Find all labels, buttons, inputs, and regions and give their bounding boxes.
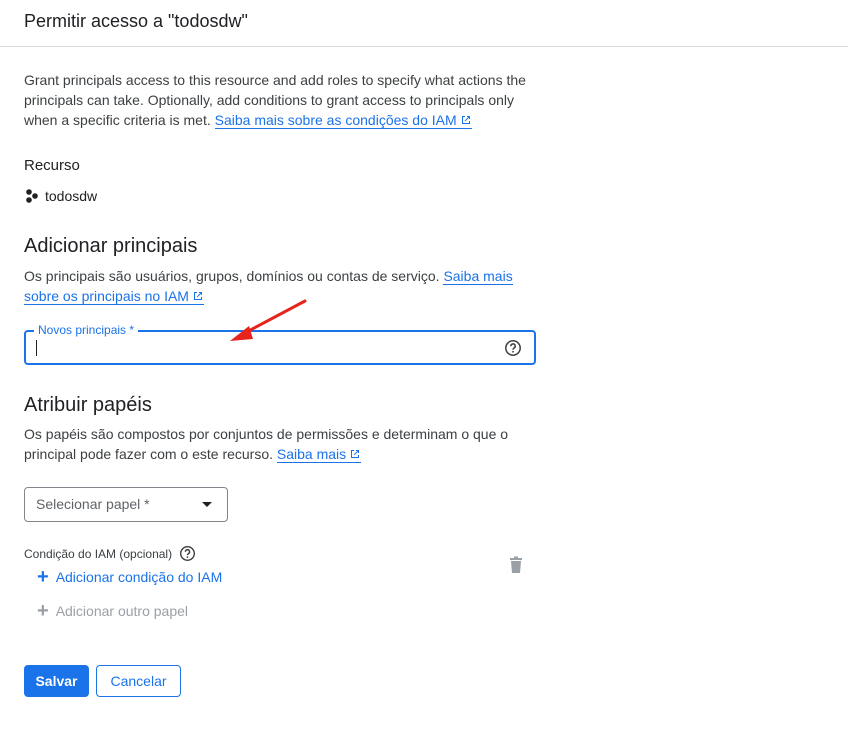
select-role-dropdown[interactable]: Selecionar papel * [24, 487, 228, 522]
dialog-header: Permitir acesso a "todosdw" [0, 0, 848, 47]
add-iam-condition-button[interactable]: + Adicionar condição do IAM [37, 566, 222, 588]
add-another-role-button[interactable]: + Adicionar outro papel [37, 600, 188, 622]
annotation-arrow-icon [230, 299, 307, 341]
iam-condition-label: Condição do IAM (opcional) [24, 545, 196, 562]
intro-paragraph: Grant principals access to this resource… [24, 70, 534, 130]
dropdown-arrow-icon [202, 502, 212, 507]
add-principals-heading: Adicionar principais [24, 235, 198, 257]
help-icon[interactable] [504, 339, 522, 357]
external-link-icon [461, 116, 470, 124]
cancel-button[interactable]: Cancelar [96, 665, 181, 697]
new-principals-label: Novos principais * [34, 323, 139, 337]
project-nodes-icon [26, 189, 38, 203]
delete-trash-icon[interactable] [508, 556, 524, 574]
resource-row: todosdw [24, 187, 97, 205]
resource-label: Recurso [24, 157, 80, 174]
roles-description: Os papéis são compostos por conjuntos de… [24, 426, 509, 463]
external-link-icon [351, 450, 360, 458]
external-link-icon [193, 292, 202, 300]
plus-icon: + [37, 566, 49, 588]
plus-icon: + [37, 600, 49, 622]
text-cursor [36, 340, 37, 356]
assign-roles-heading: Atribuir papéis [24, 394, 152, 416]
help-icon[interactable] [179, 545, 196, 562]
resource-name: todosdw [45, 188, 98, 204]
select-role-placeholder: Selecionar papel * [36, 496, 150, 512]
iam-conditions-link[interactable]: Saiba mais sobre as condições do IAM [214, 112, 472, 129]
roles-learn-more-link[interactable]: Saiba mais [276, 446, 362, 463]
save-button[interactable]: Salvar [24, 665, 89, 697]
dialog-title: Permitir acesso a "todosdw" [24, 11, 248, 31]
